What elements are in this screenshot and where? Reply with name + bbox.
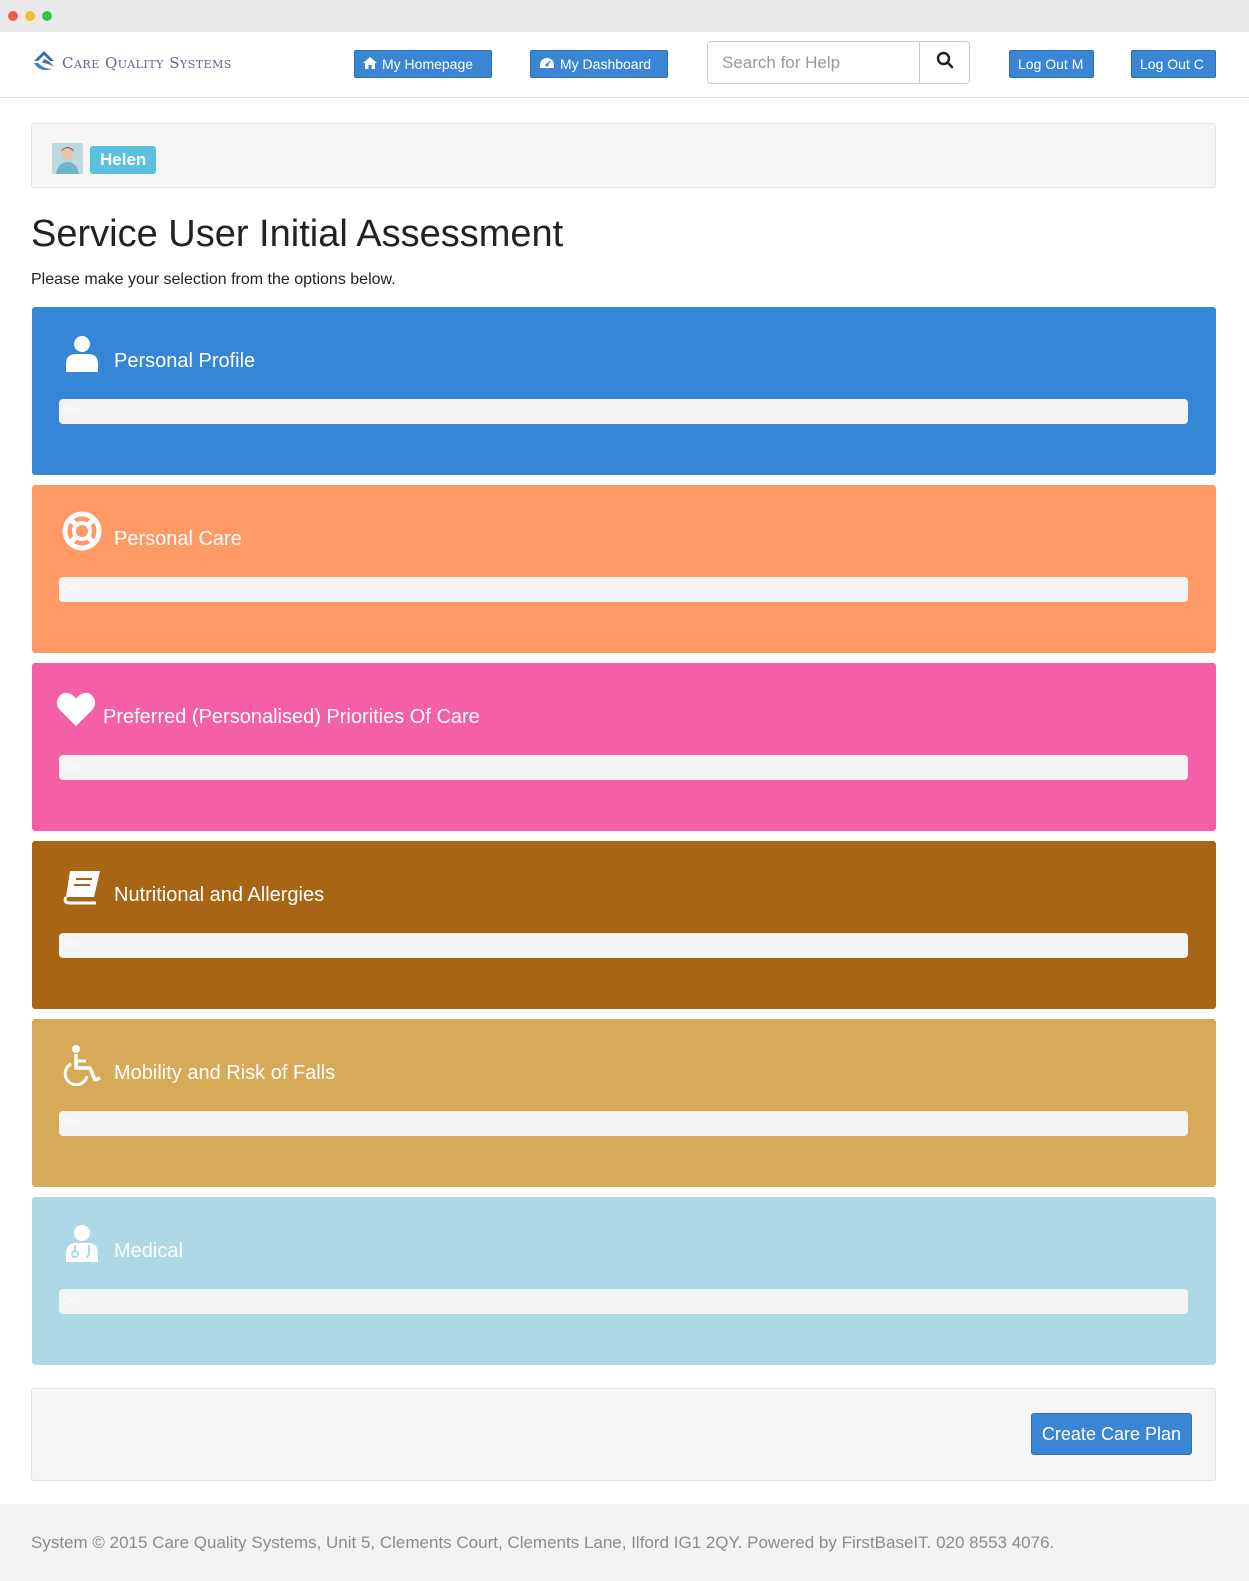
logout-m-label: Log Out M — [1018, 56, 1084, 72]
section-label: Personal Care — [114, 528, 242, 550]
progress-bar: 0% — [59, 1111, 1188, 1136]
avatar[interactable] — [52, 143, 83, 174]
progress-bar: 0% — [59, 577, 1188, 602]
top-navbar: Care Quality Systems My Homepage My Dash… — [0, 32, 1249, 98]
progress-bar: 0% — [59, 1289, 1188, 1314]
section-label: Personal Profile — [114, 350, 256, 372]
wheelchair-icon — [62, 1045, 102, 1086]
footer-text: System © 2015 Care Quality Systems, Unit… — [31, 1533, 1055, 1552]
window-maximize-dot[interactable] — [42, 11, 52, 21]
logout-c-label: Log Out C — [1140, 56, 1204, 72]
progress-text: 0% — [63, 759, 81, 773]
my-dashboard-button[interactable]: My Dashboard — [530, 50, 668, 78]
lifebuoy-icon — [62, 511, 102, 551]
logout-m-button[interactable]: Log Out M — [1009, 50, 1094, 78]
section-label: Mobility and Risk of Falls — [114, 1062, 336, 1084]
search-button[interactable] — [920, 41, 970, 84]
progress-text: 0% — [63, 937, 81, 951]
logo-icon — [30, 47, 62, 80]
section-preferred-priorities[interactable]: Preferred (Personalised) Priorities Of C… — [32, 663, 1216, 831]
progress-bar: 0% — [59, 755, 1188, 780]
section-label: Medical — [114, 1240, 183, 1262]
page-footer: System © 2015 Care Quality Systems, Unit… — [0, 1504, 1249, 1581]
progress-bar: 0% — [59, 933, 1188, 958]
window-close-dot[interactable] — [8, 11, 18, 21]
user-icon — [62, 333, 102, 373]
section-label: Nutritional and Allergies — [114, 884, 325, 906]
logout-c-button[interactable]: Log Out C — [1131, 50, 1216, 78]
section-mobility-falls[interactable]: Mobility and Risk of Falls 0% — [32, 1019, 1216, 1187]
book-icon — [62, 867, 102, 907]
actions-well: Create Care Plan — [31, 1388, 1216, 1481]
help-search — [707, 41, 970, 84]
user-well: Helen — [31, 123, 1216, 188]
section-personal-care[interactable]: Personal Care 0% — [32, 485, 1216, 653]
search-input[interactable] — [707, 41, 920, 84]
home-icon — [363, 56, 377, 72]
section-medical[interactable]: Medical 0% — [32, 1197, 1216, 1365]
page-title: Service User Initial Assessment — [31, 213, 564, 255]
brand-name: Care Quality Systems — [62, 54, 232, 72]
page-subtitle: Please make your selection from the opti… — [31, 271, 396, 288]
section-nutritional-allergies[interactable]: Nutritional and Allergies 0% — [32, 841, 1216, 1009]
search-icon — [936, 51, 954, 74]
heart-icon — [56, 689, 96, 729]
dashboard-icon — [539, 57, 555, 72]
progress-text: 0% — [63, 1293, 81, 1307]
section-personal-profile[interactable]: Personal Profile 0% — [32, 307, 1216, 475]
brand-logo[interactable]: Care Quality Systems — [30, 48, 232, 78]
doctor-icon — [62, 1223, 102, 1263]
progress-bar: 0% — [59, 399, 1188, 424]
my-dashboard-label: My Dashboard — [560, 56, 652, 72]
section-label: Preferred (Personalised) Priorities Of C… — [103, 706, 480, 728]
my-homepage-button[interactable]: My Homepage — [354, 50, 492, 78]
create-care-plan-button[interactable]: Create Care Plan — [1030, 1413, 1192, 1455]
progress-text: 0% — [63, 1115, 81, 1129]
user-name-badge[interactable]: Helen — [90, 146, 157, 174]
window-minimize-dot[interactable] — [25, 11, 35, 21]
progress-text: 0% — [63, 581, 81, 595]
my-homepage-label: My Homepage — [382, 56, 474, 72]
progress-text: 0% — [63, 403, 81, 417]
browser-chrome — [0, 0, 1249, 32]
